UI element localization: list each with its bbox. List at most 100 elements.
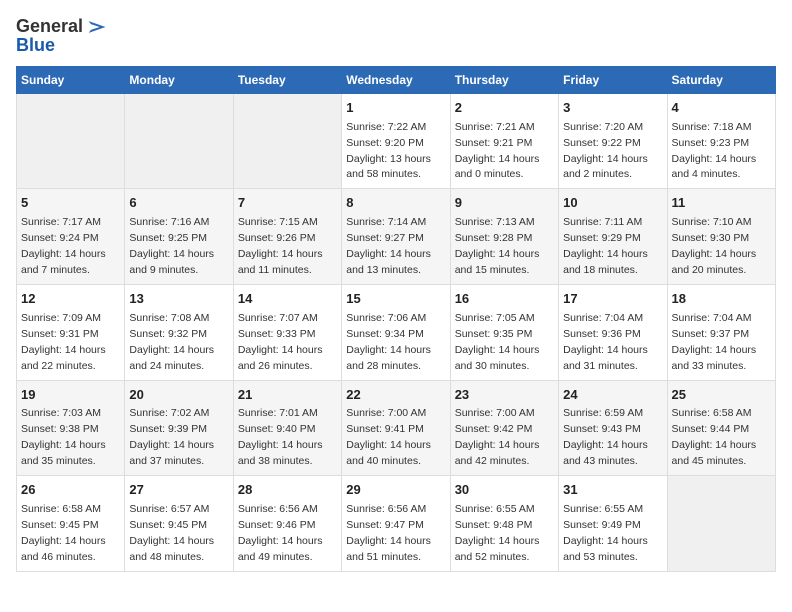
day-cell: 21 Sunrise: 7:01 AMSunset: 9:40 PMDayligh…	[233, 380, 341, 476]
day-number: 7	[238, 194, 337, 213]
day-cell: 7 Sunrise: 7:15 AMSunset: 9:26 PMDaylight…	[233, 189, 341, 285]
day-info: Sunrise: 6:58 AMSunset: 9:44 PMDaylight:…	[672, 407, 757, 467]
day-number: 23	[455, 386, 554, 405]
week-row-4: 19 Sunrise: 7:03 AMSunset: 9:38 PMDayligh…	[17, 380, 776, 476]
day-cell: 14 Sunrise: 7:07 AMSunset: 9:33 PMDayligh…	[233, 284, 341, 380]
day-info: Sunrise: 7:02 AMSunset: 9:39 PMDaylight:…	[129, 407, 214, 467]
day-info: Sunrise: 6:56 AMSunset: 9:47 PMDaylight:…	[346, 503, 431, 563]
day-cell: 9 Sunrise: 7:13 AMSunset: 9:28 PMDaylight…	[450, 189, 558, 285]
day-cell: 6 Sunrise: 7:16 AMSunset: 9:25 PMDaylight…	[125, 189, 233, 285]
day-info: Sunrise: 7:00 AMSunset: 9:41 PMDaylight:…	[346, 407, 431, 467]
day-number: 5	[21, 194, 120, 213]
day-info: Sunrise: 7:16 AMSunset: 9:25 PMDaylight:…	[129, 216, 214, 276]
header-cell-saturday: Saturday	[667, 66, 775, 93]
day-number: 12	[21, 290, 120, 309]
day-info: Sunrise: 6:58 AMSunset: 9:45 PMDaylight:…	[21, 503, 106, 563]
day-cell: 24 Sunrise: 6:59 AMSunset: 9:43 PMDayligh…	[559, 380, 667, 476]
day-cell: 12 Sunrise: 7:09 AMSunset: 9:31 PMDayligh…	[17, 284, 125, 380]
day-info: Sunrise: 7:07 AMSunset: 9:33 PMDaylight:…	[238, 312, 323, 372]
day-info: Sunrise: 7:01 AMSunset: 9:40 PMDaylight:…	[238, 407, 323, 467]
day-info: Sunrise: 7:13 AMSunset: 9:28 PMDaylight:…	[455, 216, 540, 276]
day-number: 25	[672, 386, 771, 405]
day-cell: 11Sunrise: 7:10 AMSunset: 9:30 PMDayligh…	[667, 189, 775, 285]
day-info: Sunrise: 7:20 AMSunset: 9:22 PMDaylight:…	[563, 121, 648, 181]
header-cell-friday: Friday	[559, 66, 667, 93]
day-number: 24	[563, 386, 662, 405]
day-cell: 19 Sunrise: 7:03 AMSunset: 9:38 PMDayligh…	[17, 380, 125, 476]
day-info: Sunrise: 7:00 AMSunset: 9:42 PMDaylight:…	[455, 407, 540, 467]
day-number: 30	[455, 481, 554, 500]
day-number: 31	[563, 481, 662, 500]
day-cell: 1 Sunrise: 7:22 AMSunset: 9:20 PMDaylight…	[342, 93, 450, 189]
header-cell-tuesday: Tuesday	[233, 66, 341, 93]
day-info: Sunrise: 6:59 AMSunset: 9:43 PMDaylight:…	[563, 407, 648, 467]
day-info: Sunrise: 7:21 AMSunset: 9:21 PMDaylight:…	[455, 121, 540, 181]
day-cell: 13 Sunrise: 7:08 AMSunset: 9:32 PMDayligh…	[125, 284, 233, 380]
day-cell	[233, 93, 341, 189]
day-cell: 3 Sunrise: 7:20 AMSunset: 9:22 PMDaylight…	[559, 93, 667, 189]
header-cell-wednesday: Wednesday	[342, 66, 450, 93]
day-number: 2	[455, 99, 554, 118]
day-cell: 15Sunrise: 7:06 AMSunset: 9:34 PMDayligh…	[342, 284, 450, 380]
logo-blue: Blue	[16, 36, 107, 56]
day-number: 1	[346, 99, 445, 118]
day-number: 16	[455, 290, 554, 309]
day-info: Sunrise: 7:22 AMSunset: 9:20 PMDaylight:…	[346, 121, 431, 181]
header-row: SundayMondayTuesdayWednesdayThursdayFrid…	[17, 66, 776, 93]
day-cell: 5 Sunrise: 7:17 AMSunset: 9:24 PMDaylight…	[17, 189, 125, 285]
week-row-2: 5 Sunrise: 7:17 AMSunset: 9:24 PMDaylight…	[17, 189, 776, 285]
day-number: 18	[672, 290, 771, 309]
day-cell: 16 Sunrise: 7:05 AMSunset: 9:35 PMDayligh…	[450, 284, 558, 380]
day-number: 13	[129, 290, 228, 309]
week-row-3: 12 Sunrise: 7:09 AMSunset: 9:31 PMDayligh…	[17, 284, 776, 380]
day-number: 14	[238, 290, 337, 309]
header-cell-thursday: Thursday	[450, 66, 558, 93]
week-row-5: 26Sunrise: 6:58 AMSunset: 9:45 PMDayligh…	[17, 476, 776, 572]
day-number: 4	[672, 99, 771, 118]
day-cell: 17Sunrise: 7:04 AMSunset: 9:36 PMDayligh…	[559, 284, 667, 380]
day-number: 21	[238, 386, 337, 405]
day-cell: 23 Sunrise: 7:00 AMSunset: 9:42 PMDayligh…	[450, 380, 558, 476]
logo-icon	[85, 16, 107, 38]
logo-general: General	[16, 17, 83, 37]
day-info: Sunrise: 7:08 AMSunset: 9:32 PMDaylight:…	[129, 312, 214, 372]
day-cell: 30Sunrise: 6:55 AMSunset: 9:48 PMDayligh…	[450, 476, 558, 572]
day-number: 11	[672, 194, 771, 213]
day-cell: 25 Sunrise: 6:58 AMSunset: 9:44 PMDayligh…	[667, 380, 775, 476]
day-cell	[17, 93, 125, 189]
day-cell: 28 Sunrise: 6:56 AMSunset: 9:46 PMDayligh…	[233, 476, 341, 572]
day-cell: 18Sunrise: 7:04 AMSunset: 9:37 PMDayligh…	[667, 284, 775, 380]
day-info: Sunrise: 7:09 AMSunset: 9:31 PMDaylight:…	[21, 312, 106, 372]
day-cell: 20 Sunrise: 7:02 AMSunset: 9:39 PMDayligh…	[125, 380, 233, 476]
day-number: 3	[563, 99, 662, 118]
day-number: 6	[129, 194, 228, 213]
day-info: Sunrise: 6:55 AMSunset: 9:49 PMDaylight:…	[563, 503, 648, 563]
calendar-body: 1 Sunrise: 7:22 AMSunset: 9:20 PMDaylight…	[17, 93, 776, 571]
day-info: Sunrise: 7:05 AMSunset: 9:35 PMDaylight:…	[455, 312, 540, 372]
day-number: 8	[346, 194, 445, 213]
day-number: 9	[455, 194, 554, 213]
day-number: 22	[346, 386, 445, 405]
day-number: 27	[129, 481, 228, 500]
day-number: 28	[238, 481, 337, 500]
day-number: 19	[21, 386, 120, 405]
day-cell: 26Sunrise: 6:58 AMSunset: 9:45 PMDayligh…	[17, 476, 125, 572]
day-cell: 29Sunrise: 6:56 AMSunset: 9:47 PMDayligh…	[342, 476, 450, 572]
day-info: Sunrise: 6:56 AMSunset: 9:46 PMDaylight:…	[238, 503, 323, 563]
day-info: Sunrise: 7:17 AMSunset: 9:24 PMDaylight:…	[21, 216, 106, 276]
day-cell: 8 Sunrise: 7:14 AMSunset: 9:27 PMDaylight…	[342, 189, 450, 285]
header-cell-monday: Monday	[125, 66, 233, 93]
day-info: Sunrise: 7:11 AMSunset: 9:29 PMDaylight:…	[563, 216, 648, 276]
week-row-1: 1 Sunrise: 7:22 AMSunset: 9:20 PMDaylight…	[17, 93, 776, 189]
logo: General Blue	[16, 16, 107, 56]
day-info: Sunrise: 7:04 AMSunset: 9:36 PMDaylight:…	[563, 312, 648, 372]
day-info: Sunrise: 6:57 AMSunset: 9:45 PMDaylight:…	[129, 503, 214, 563]
day-info: Sunrise: 7:14 AMSunset: 9:27 PMDaylight:…	[346, 216, 431, 276]
day-number: 20	[129, 386, 228, 405]
day-cell: 22 Sunrise: 7:00 AMSunset: 9:41 PMDayligh…	[342, 380, 450, 476]
day-info: Sunrise: 7:03 AMSunset: 9:38 PMDaylight:…	[21, 407, 106, 467]
calendar-header: SundayMondayTuesdayWednesdayThursdayFrid…	[17, 66, 776, 93]
day-info: Sunrise: 7:06 AMSunset: 9:34 PMDaylight:…	[346, 312, 431, 372]
day-cell: 31 Sunrise: 6:55 AMSunset: 9:49 PMDayligh…	[559, 476, 667, 572]
day-info: Sunrise: 7:15 AMSunset: 9:26 PMDaylight:…	[238, 216, 323, 276]
